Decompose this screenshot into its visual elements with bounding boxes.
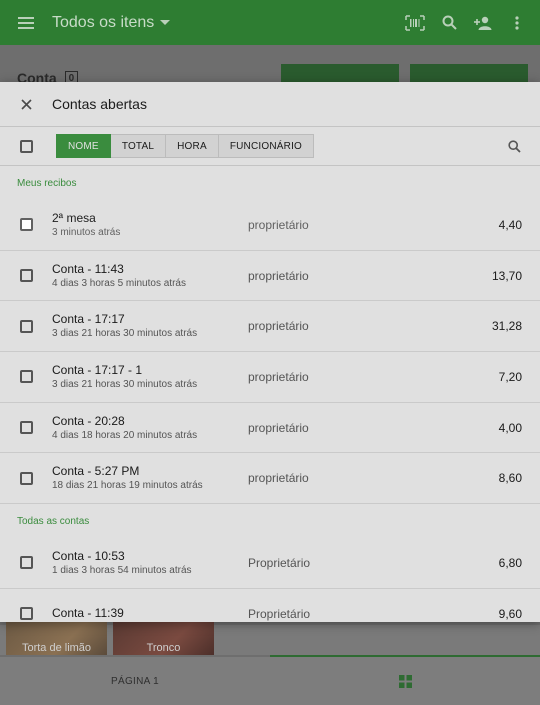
section-all-tickets: Todas as contas (17, 515, 90, 527)
ticket-name: Conta - 17:17 - 1 (52, 362, 143, 377)
ticket-name: Conta - 5:27 PM (52, 464, 140, 479)
ticket-name: Conta - 10:53 (52, 548, 125, 563)
ticket-checkbox[interactable] (19, 370, 33, 384)
ticket-employee: proprietário (248, 319, 309, 334)
ticket-amount: 4,40 (498, 217, 522, 232)
ticket-row[interactable]: Conta - 5:27 PM 18 dias 21 horas 19 minu… (0, 453, 540, 505)
ticket-checkbox[interactable] (19, 218, 33, 232)
dialog-toolbar: NOME TOTAL HORA FUNCIONÁRIO (0, 127, 540, 166)
ticket-age: 4 dias 18 horas 20 minutos atrás (52, 429, 198, 441)
section-my-receipts: Meus recibos (17, 177, 77, 189)
select-all-checkbox[interactable] (19, 139, 33, 153)
ticket-employee: proprietário (248, 268, 309, 283)
ticket-amount: 6,80 (498, 555, 522, 570)
ticket-row[interactable]: Conta - 10:53 1 dias 3 horas 54 minutos … (0, 538, 540, 589)
ticket-employee: proprietário (248, 217, 309, 232)
ticket-employee: proprietário (248, 369, 309, 384)
ticket-checkbox[interactable] (19, 269, 33, 283)
ticket-name: Conta - 20:28 (52, 413, 125, 428)
ticket-row[interactable]: Conta - 17:17 - 1 3 dias 21 horas 30 min… (0, 352, 540, 403)
ticket-row[interactable]: Conta - 17:17 3 dias 21 horas 30 minutos… (0, 301, 540, 353)
dialog-header: Contas abertas (0, 82, 540, 127)
ticket-checkbox[interactable] (19, 319, 33, 333)
open-tickets-dialog: Contas abertas NOME TOTAL HORA FUNCIONÁR… (0, 82, 540, 622)
ticket-name: Conta - 17:17 (52, 312, 125, 327)
search-icon[interactable] (436, 15, 462, 31)
ticket-age: 3 dias 21 horas 30 minutos atrás (52, 328, 198, 340)
more-vert-icon[interactable] (504, 15, 530, 31)
ticket-row[interactable]: Conta - 20:28 4 dias 18 horas 20 minutos… (0, 403, 540, 454)
ticket-employee: proprietário (248, 420, 309, 435)
ticket-row[interactable]: Conta - 11:39 Proprietário 9,60 (0, 589, 540, 622)
ticket-amount: 4,00 (498, 420, 522, 435)
bottom-bar: PÁGINA 1 (0, 655, 540, 705)
app-bar: Todos os itens (0, 0, 540, 45)
item-tile-torta[interactable]: Torta de limão (6, 622, 107, 655)
sort-by-employee-button[interactable]: FUNCIONÁRIO (218, 134, 315, 158)
ticket-age: 3 minutos atrás (52, 226, 121, 238)
category-dropdown[interactable]: Todos os itens (52, 13, 171, 32)
ticket-checkbox[interactable] (19, 421, 33, 435)
sort-by-time-button[interactable]: HORA (166, 134, 219, 158)
item-tile-label: Torta de limão (21, 642, 92, 654)
dropdown-arrow-icon (160, 19, 171, 25)
ticket-age: 4 dias 3 horas 5 minutos atrás (52, 277, 186, 289)
ticket-name: Conta - 11:43 (52, 261, 124, 276)
ticket-amount: 7,20 (498, 369, 522, 384)
ticket-row[interactable]: Conta - 11:43 4 dias 3 horas 5 minutos a… (0, 251, 540, 302)
item-tile-tronco[interactable]: Tronco (113, 622, 214, 655)
ticket-checkbox[interactable] (19, 556, 33, 570)
ticket-name: 2ª mesa (52, 210, 96, 225)
ticket-amount: 8,60 (498, 471, 522, 486)
item-tile-label: Tronco (146, 642, 181, 654)
category-title: Todos os itens (52, 13, 155, 31)
close-icon[interactable] (0, 98, 52, 110)
ticket-amount: 13,70 (491, 268, 522, 283)
ticket-amount: 31,28 (491, 319, 522, 334)
charge-button[interactable] (410, 64, 528, 84)
ticket-age: 18 dias 21 horas 19 minutos atrás (52, 480, 203, 492)
ticket-age: 3 dias 21 horas 30 minutos atrás (52, 378, 198, 390)
tab-page-1[interactable]: PÁGINA 1 (0, 657, 270, 705)
open-tickets-button[interactable] (281, 64, 399, 84)
ticket-amount: 9,60 (498, 606, 522, 621)
add-customer-icon[interactable] (470, 15, 496, 31)
ticket-checkbox[interactable] (19, 471, 33, 485)
ticket-name: Conta - 11:39 (52, 606, 124, 621)
ticket-employee: proprietário (248, 471, 309, 486)
dialog-title: Contas abertas (52, 96, 147, 112)
search-icon[interactable] (488, 139, 540, 153)
ticket-checkbox[interactable] (19, 607, 33, 621)
sort-toggle-group: NOME TOTAL HORA FUNCIONÁRIO (56, 134, 315, 158)
ticket-row[interactable]: 2ª mesa 3 minutos atrás proprietário 4,4… (0, 200, 540, 251)
barcode-icon[interactable] (402, 14, 428, 31)
grid-view-icon[interactable] (270, 657, 540, 705)
sort-by-total-button[interactable]: TOTAL (110, 134, 167, 158)
ticket-employee: Proprietário (248, 555, 311, 570)
menu-icon[interactable] (0, 16, 52, 29)
ticket-age: 1 dias 3 horas 54 minutos atrás (52, 564, 192, 576)
sort-by-name-button[interactable]: NOME (56, 134, 111, 158)
ticket-employee: Proprietário (248, 606, 311, 621)
